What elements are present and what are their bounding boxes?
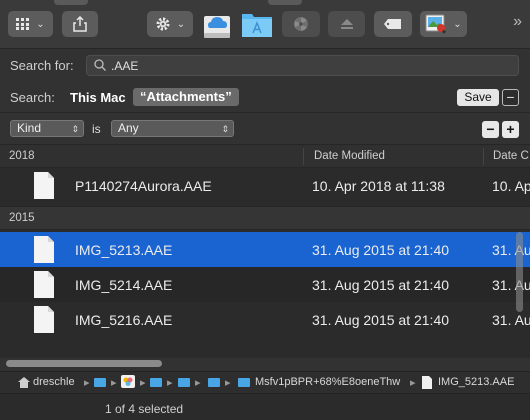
value-popup[interactable]: Any ⇕ <box>111 120 234 137</box>
table-row[interactable]: IMG_5216.AAE 31. Aug 2015 at 21:40 31. A… <box>0 302 530 337</box>
tag-icon <box>384 19 401 29</box>
file-date-other: 31. Au <box>492 312 530 328</box>
photos-library-icon[interactable] <box>121 375 135 388</box>
search-for-label: Search for: <box>10 58 74 73</box>
eject-icon <box>340 19 353 29</box>
path-bar: dreschle ▸ ▸ ▸ ▸ ▸ ▸ Msfv1pBPR+68%E8oene… <box>0 371 530 393</box>
add-criteria-button[interactable]: + <box>502 121 519 138</box>
breadcrumb-separator: ▸ <box>111 377 117 389</box>
group-header-label: 2015 <box>9 212 35 224</box>
folder-icon[interactable] <box>150 378 162 387</box>
save-button[interactable]: Save <box>457 89 499 106</box>
folder-icon[interactable] <box>178 378 190 387</box>
file-date-modified: 31. Aug 2015 at 21:40 <box>312 277 450 293</box>
preview-app-icon <box>425 14 447 34</box>
remove-search-button[interactable]: − <box>502 89 519 106</box>
burn-icon <box>294 17 308 31</box>
search-for-row: Search for: .AAE <box>0 48 530 81</box>
file-date-modified: 31. Aug 2015 at 21:40 <box>312 242 450 258</box>
operator-label: is <box>92 122 101 136</box>
vertical-scrollbar[interactable] <box>516 232 523 312</box>
updown-arrow-icon: ⇕ <box>221 124 229 134</box>
table-header: 2018 Date Modified Date C <box>0 145 530 168</box>
chevron-down-icon: ⌄ <box>36 18 45 30</box>
scope-attachments[interactable]: “Attachments” <box>133 88 239 106</box>
breadcrumb-folder[interactable]: Msfv1pBPR+68%E8oeneThw <box>255 376 400 388</box>
tag-button[interactable] <box>374 11 412 37</box>
folder-icon[interactable] <box>238 378 250 387</box>
horizontal-scrollbar[interactable] <box>6 360 162 367</box>
file-date-other: 10. Ap <box>492 178 530 194</box>
table-row[interactable]: P1140274Aurora.AAE 10. Apr 2018 at 11:38… <box>0 168 530 203</box>
file-name: IMG_5216.AAE <box>75 312 173 328</box>
toolbar-top-sliver <box>268 0 302 5</box>
folder-icon[interactable] <box>208 378 220 387</box>
breadcrumb-separator: ▸ <box>410 377 416 389</box>
breadcrumb-separator: ▸ <box>140 377 146 389</box>
gear-icon <box>156 17 170 31</box>
toolbar: ⌄ ⌄ ⌄ » <box>0 0 530 48</box>
document-icon <box>34 306 54 333</box>
document-icon <box>422 376 432 389</box>
search-input[interactable]: .AAE <box>86 55 519 76</box>
file-date-modified: 31. Aug 2015 at 21:40 <box>312 312 450 328</box>
search-input-value: .AAE <box>111 59 139 73</box>
group-header: 2015 <box>0 206 530 230</box>
grid-view-icon <box>16 18 30 30</box>
document-icon <box>34 271 54 298</box>
status-bar: 1 of 4 selected <box>0 393 530 420</box>
breadcrumb-separator: ▸ <box>225 377 231 389</box>
breadcrumb-file[interactable]: IMG_5213.AAE <box>438 376 514 388</box>
chevron-down-icon: ⌄ <box>453 18 462 30</box>
file-list: P1140274Aurora.AAE 10. Apr 2018 at 11:38… <box>0 168 530 358</box>
breadcrumb-separator: ▸ <box>167 377 173 389</box>
chevron-down-icon: ⌄ <box>176 18 186 30</box>
updown-arrow-icon: ⇕ <box>71 124 79 134</box>
file-name: IMG_5214.AAE <box>75 277 173 293</box>
search-icon <box>94 59 106 71</box>
file-name: P1140274Aurora.AAE <box>75 178 212 194</box>
attribute-popup[interactable]: Kind ⇕ <box>10 120 84 137</box>
column-header-date-modified[interactable]: Date Modified <box>314 150 385 162</box>
file-date-modified: 10. Apr 2018 at 11:38 <box>312 178 445 194</box>
chevron-double-right-icon[interactable]: » <box>513 13 522 31</box>
applications-folder-icon[interactable] <box>241 10 273 38</box>
file-date-other: 31. Au <box>492 242 530 258</box>
attribute-popup-value: Kind <box>17 121 42 135</box>
folder-icon[interactable] <box>94 378 106 387</box>
column-divider[interactable] <box>303 148 304 165</box>
action-button[interactable]: ⌄ <box>147 11 193 37</box>
search-scope-label: Search: <box>10 90 55 105</box>
selection-status: 1 of 4 selected <box>105 402 184 416</box>
toolbar-top-sliver <box>54 0 88 5</box>
column-header-name[interactable]: 2018 <box>9 150 35 162</box>
criteria-row: Kind ⇕ is Any ⇕ − + <box>0 113 530 145</box>
file-date-other: 31. Au <box>492 277 530 293</box>
remove-criteria-button[interactable]: − <box>482 121 499 138</box>
share-icon <box>73 16 87 32</box>
column-divider[interactable] <box>483 148 484 165</box>
share-button[interactable] <box>62 11 98 37</box>
scope-this-mac[interactable]: This Mac <box>70 90 126 105</box>
breadcrumb-user[interactable]: dreschle <box>33 376 75 388</box>
view-mode-button[interactable]: ⌄ <box>8 11 53 37</box>
eject-button[interactable] <box>328 11 365 37</box>
home-icon <box>18 377 30 388</box>
breadcrumb-separator: ▸ <box>84 377 90 389</box>
document-icon <box>34 172 54 199</box>
table-row[interactable]: IMG_5214.AAE 31. Aug 2015 at 21:40 31. A… <box>0 267 530 302</box>
document-icon <box>34 236 54 263</box>
column-header-date-other[interactable]: Date C <box>493 150 529 162</box>
file-name: IMG_5213.AAE <box>75 242 173 258</box>
open-with-app-button[interactable]: ⌄ <box>420 11 467 37</box>
search-scope-row: Search: This Mac “Attachments” Save − <box>0 81 530 113</box>
icloud-drive-icon[interactable] <box>202 8 232 40</box>
breadcrumb-separator: ▸ <box>195 377 201 389</box>
table-row[interactable]: IMG_5213.AAE 31. Aug 2015 at 21:40 31. A… <box>0 232 530 267</box>
value-popup-value: Any <box>118 121 139 135</box>
burn-button[interactable] <box>282 11 320 37</box>
